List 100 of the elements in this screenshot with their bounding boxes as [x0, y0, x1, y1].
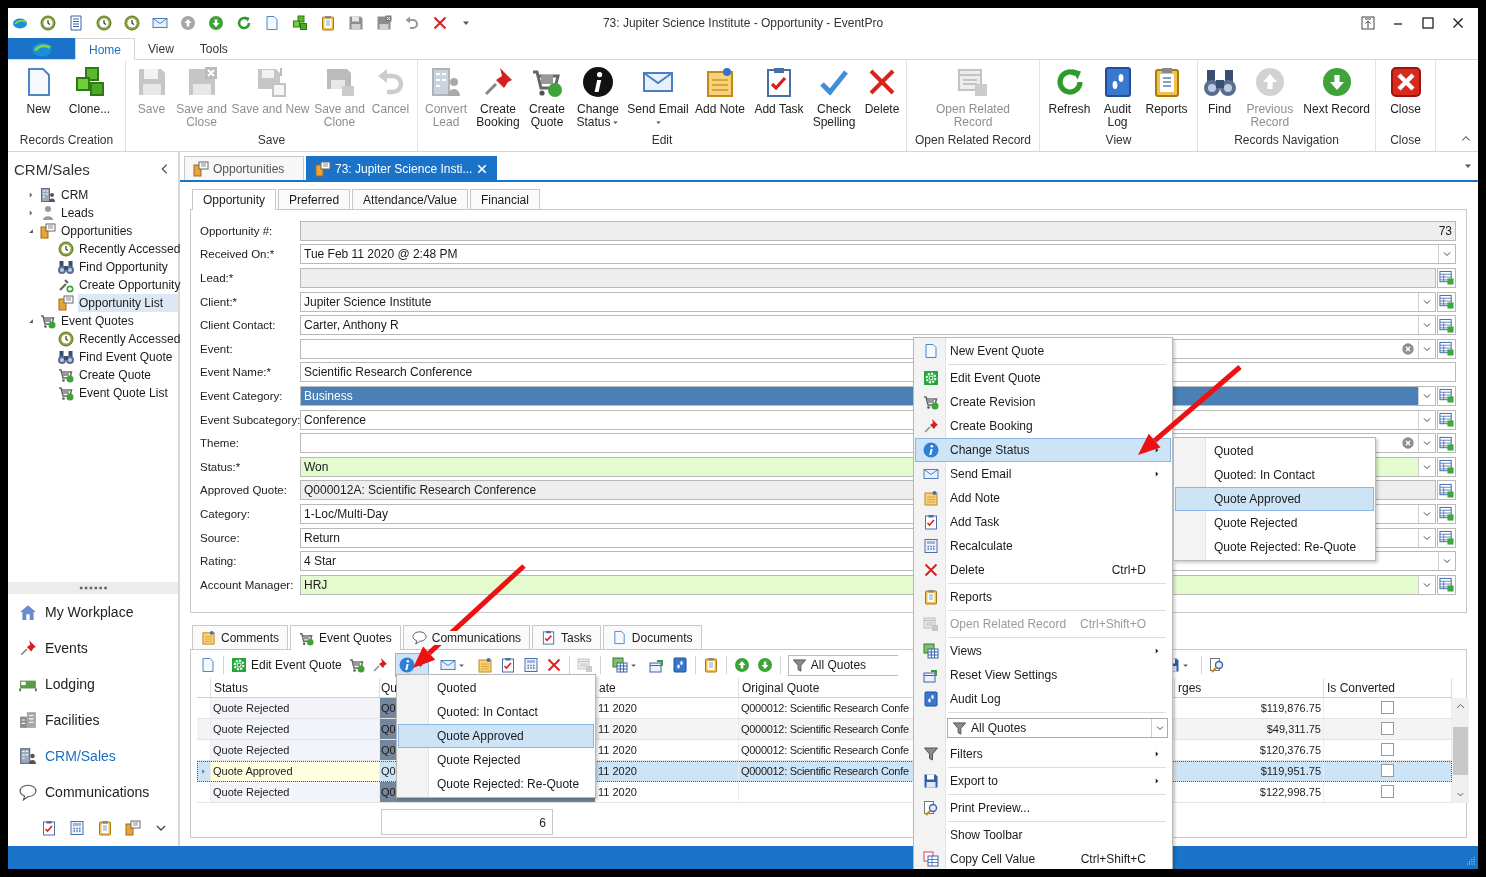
clock-icon[interactable] [96, 15, 112, 31]
tree-item[interactable]: Find Opportunity [78, 258, 178, 276]
menu-item[interactable]: New Event Quote [915, 339, 1171, 363]
tree-item[interactable]: Opportunities [60, 222, 178, 240]
menu-item[interactable]: Quoted [398, 676, 594, 700]
input-field[interactable]: 73 [300, 220, 1456, 241]
ribbon-button[interactable]: Close [1380, 66, 1431, 116]
nav-item[interactable]: Lodging [45, 676, 95, 692]
lookup-button[interactable] [1437, 433, 1456, 454]
undo-icon[interactable] [404, 15, 420, 31]
dropdown-field[interactable]: Tue Feb 11 2020 @ 2:48 PM [300, 244, 1456, 265]
clock-icon[interactable] [124, 15, 140, 31]
task-icon[interactable] [499, 657, 516, 673]
form-tab[interactable]: Opportunity [192, 189, 277, 210]
down-circle-icon[interactable] [208, 15, 224, 31]
checkbox[interactable] [1381, 743, 1394, 756]
checkbox[interactable] [1381, 764, 1394, 777]
lookup-button[interactable] [1437, 385, 1456, 406]
lookup-button[interactable] [1437, 456, 1456, 477]
dropdown-field[interactable]: Carter, Anthony R [300, 315, 1436, 336]
document-icon[interactable] [68, 15, 84, 31]
panel-tab[interactable]: Communications [402, 625, 531, 649]
ribbon-button[interactable]: Delete [860, 66, 904, 116]
checkbox[interactable] [1381, 701, 1394, 714]
lookup-button[interactable] [1437, 527, 1456, 548]
app-menu-button[interactable] [8, 38, 75, 59]
clipboard-icon[interactable] [320, 15, 336, 31]
lookup-button[interactable] [1437, 409, 1456, 430]
form-tab[interactable]: Preferred [278, 189, 351, 209]
floppy-icon[interactable] [348, 15, 364, 31]
filter-combo[interactable]: All Quotes [947, 718, 1168, 738]
ribbon-button[interactable]: Check Spelling [808, 66, 860, 129]
tree-item[interactable]: Recently Accessed [78, 330, 181, 348]
menu-item[interactable]: Views [915, 639, 1171, 663]
ribbon-button[interactable]: Add Task [750, 66, 808, 116]
up-circle-icon[interactable] [180, 15, 196, 31]
window-arrow-icon[interactable] [648, 657, 665, 673]
book-icon[interactable] [671, 657, 688, 673]
checkbox[interactable] [1381, 785, 1394, 798]
calculator-icon[interactable] [69, 820, 85, 836]
filter-combo[interactable]: All Quotes [787, 654, 898, 676]
cart-icon[interactable] [348, 657, 365, 673]
ribbon-button[interactable]: New [15, 66, 62, 116]
ribbon-button[interactable]: Create Quote [524, 66, 570, 129]
ribbon-display-icon[interactable] [1360, 15, 1376, 31]
form-tab[interactable]: Financial [469, 189, 540, 209]
ribbon-button[interactable]: Next Record [1298, 66, 1375, 116]
edit-button[interactable]: Edit Event Quote [231, 657, 342, 673]
ribbon-tab[interactable]: View [135, 38, 187, 60]
ribbon-button[interactable]: Create Booking [472, 66, 524, 129]
page-icon[interactable] [264, 15, 280, 31]
ribbon-button[interactable]: Refresh [1043, 66, 1096, 116]
lookup-button[interactable] [1437, 268, 1456, 288]
magnifier-icon[interactable] [1208, 657, 1225, 673]
panel-tab[interactable]: Comments [192, 625, 288, 649]
ribbon-button[interactable]: Clone... [61, 66, 118, 116]
pushpin-icon[interactable] [371, 657, 388, 673]
lookup-button[interactable] [1437, 315, 1456, 336]
lookup-button[interactable] [1437, 291, 1456, 312]
tree-item[interactable]: Create Opportunity [78, 276, 181, 294]
tree-item[interactable]: Recently Accessed [78, 240, 181, 258]
floppy-x-icon[interactable] [376, 15, 392, 31]
cards-icon[interactable] [125, 820, 141, 836]
clear-icon[interactable] [1401, 341, 1415, 356]
grip-icon[interactable] [1464, 855, 1476, 867]
ribbon-tab[interactable]: Tools [186, 38, 241, 60]
lookup-button[interactable] [1437, 503, 1456, 524]
nav-item[interactable]: Facilities [45, 712, 100, 728]
ribbon-button[interactable]: Audit Log [1095, 66, 1140, 129]
x-mark-icon[interactable] [545, 657, 562, 673]
nav-item[interactable]: Events [45, 640, 88, 656]
menu-item[interactable]: Quote Approved [398, 724, 594, 748]
document-tab[interactable]: 73: Jupiter Science Insti... [306, 156, 498, 180]
tree-item[interactable]: Find Event Quote [78, 348, 178, 366]
checkbox[interactable] [1381, 722, 1394, 735]
page-icon[interactable] [200, 657, 216, 673]
lookup-button[interactable] [1437, 338, 1456, 359]
refresh-icon[interactable] [236, 15, 252, 31]
column-header[interactable]: rges [1175, 678, 1324, 697]
tree-item[interactable]: Opportunity List [78, 294, 178, 312]
task-icon[interactable] [41, 820, 57, 836]
clipboard-icon[interactable] [702, 657, 719, 673]
menu-item[interactable]: Show Toolbar [915, 823, 1171, 847]
menu-item[interactable]: Copy Cell Value Ctrl+Shift+C [915, 847, 1171, 869]
tree-item[interactable]: Event Quotes [60, 312, 178, 330]
note-icon[interactable] [476, 657, 493, 673]
ribbon-tab[interactable]: Home [75, 38, 135, 60]
tree-item[interactable]: Create Quote [78, 366, 178, 384]
ribbon-button[interactable]: Send Email [626, 66, 690, 129]
column-header[interactable]: Status [211, 678, 380, 697]
panel-tab[interactable]: Documents [602, 625, 702, 649]
lookup-button[interactable] [1437, 480, 1456, 501]
ribbon-button[interactable]: Reports [1139, 66, 1194, 116]
dropdown-field[interactable]: Jupiter Science Institute [300, 291, 1436, 312]
nav-item[interactable]: Communications [45, 784, 150, 800]
clipboard-icon[interactable] [97, 820, 113, 836]
clock-icon[interactable] [40, 15, 56, 31]
panel-tab[interactable]: Tasks [532, 625, 601, 649]
ribbon-button[interactable]: Change Status [570, 66, 626, 129]
scrollbar[interactable] [1452, 698, 1469, 803]
